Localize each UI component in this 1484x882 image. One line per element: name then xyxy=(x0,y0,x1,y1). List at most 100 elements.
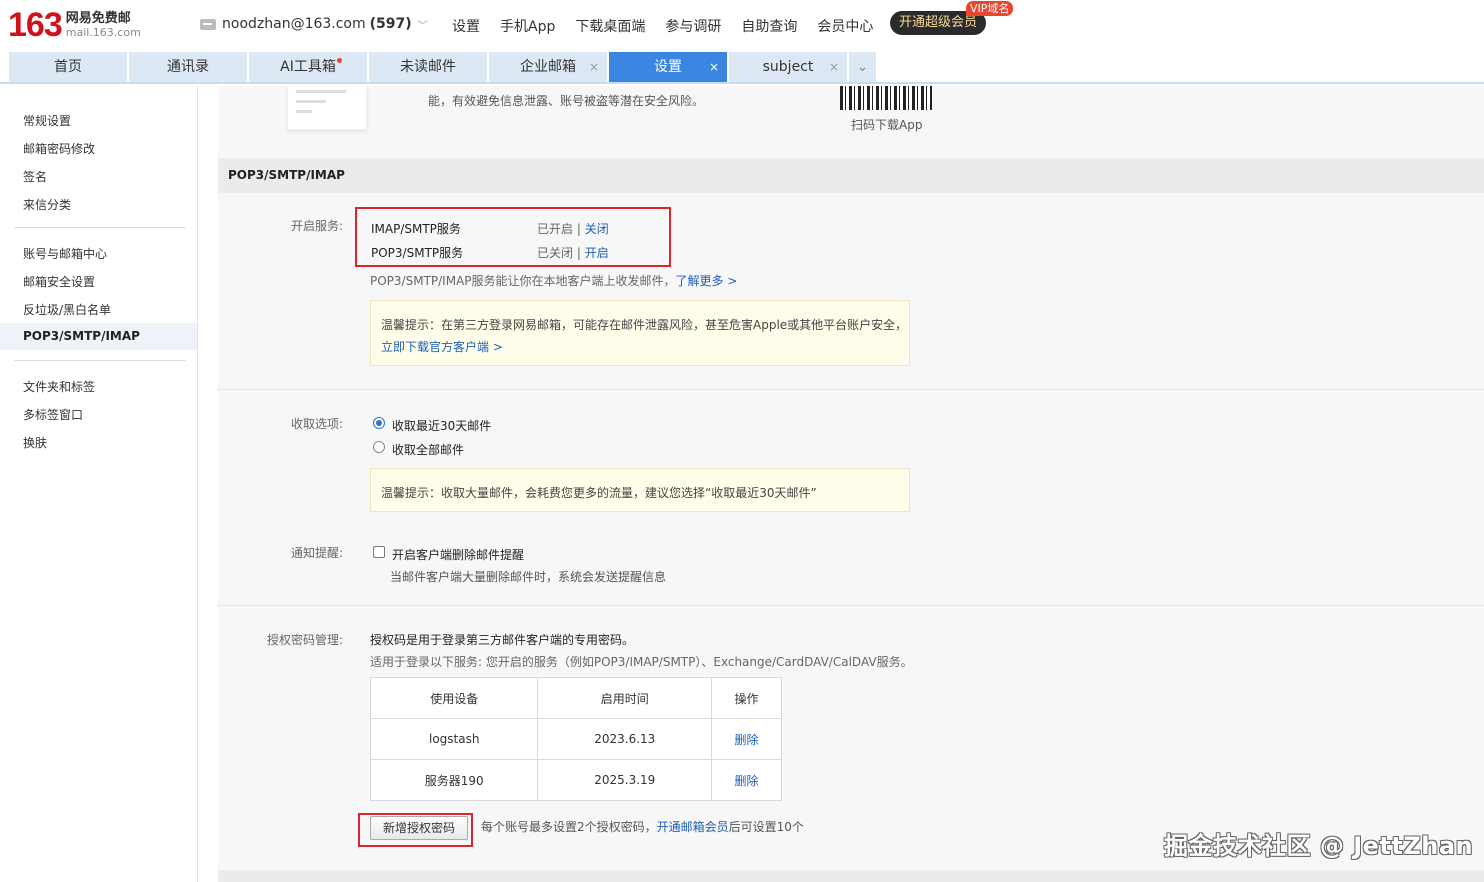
sidebar-item-signature[interactable]: 签名 xyxy=(23,168,47,185)
learn-more-link[interactable]: 了解更多 > xyxy=(676,274,738,288)
sidebar-item-skin[interactable]: 换肤 xyxy=(23,434,47,451)
auth-desc-2: 适用于登录以下服务: 您开启的服务（例如POP3/IMAP/SMTP）、Exch… xyxy=(370,655,913,669)
tab-subject[interactable]: subject × xyxy=(729,52,847,82)
add-auth-password-button[interactable]: 新增授权密码 xyxy=(370,816,468,840)
traffic-tip: 温馨提示：收取大量邮件，会耗费您更多的流量，建议您选择“收取最近30天邮件” xyxy=(370,468,910,512)
tab-contacts[interactable]: 通讯录 xyxy=(129,52,247,82)
col-device: 使用设备 xyxy=(369,677,539,719)
radio-all-mail[interactable] xyxy=(373,441,385,453)
divider xyxy=(14,360,186,361)
top-bar: 163 网易免费邮 mail.163.com noodzhan@163.com … xyxy=(0,0,1484,52)
cell-date: 2025.3.19 xyxy=(537,759,713,801)
tab-bar: 首页 通讯录 AI工具箱 未读邮件 企业邮箱 × 设置 × subject × ⌄ xyxy=(0,52,1484,84)
close-icon[interactable]: × xyxy=(589,52,599,82)
tab-ai-tools[interactable]: AI工具箱 xyxy=(249,52,367,82)
note-text: 每个账号最多设置2个授权密码， xyxy=(481,820,657,834)
tab-home[interactable]: 首页 xyxy=(9,52,127,82)
logo-en: mail.163.com xyxy=(65,26,141,39)
account-menu[interactable]: noodzhan@163.com (597) ﹀ xyxy=(200,16,428,32)
delete-alert-checkbox[interactable] xyxy=(373,546,385,558)
services-desc-text: POP3/SMTP/IMAP服务能让你在本地客户端上收发邮件， xyxy=(370,274,676,288)
settings-main: 能，有效避免信息泄露、账号被盗等潜在安全风险。 扫码下载App POP3/SMT… xyxy=(218,86,1484,882)
section-title: POP3/SMTP/IMAP xyxy=(228,168,345,182)
nav-survey[interactable]: 参与调研 xyxy=(665,16,721,36)
nav-mobile-app[interactable]: 手机App xyxy=(500,16,555,36)
services-highlight-box: IMAP/SMTP服务 已开启 | 关闭 POP3/SMTP服务 已关闭 | 开… xyxy=(355,207,671,267)
sidebar-item-tabs[interactable]: 多标签窗口 xyxy=(23,406,83,423)
tab-label: subject xyxy=(762,59,814,75)
note-text: 后可设置10个 xyxy=(728,820,804,834)
nav-settings[interactable]: 设置 xyxy=(452,16,480,36)
qr-code xyxy=(840,86,932,110)
sidebar-item-folders[interactable]: 文件夹和标签 xyxy=(23,378,95,395)
close-icon[interactable]: × xyxy=(829,52,839,82)
promo-text: 能，有效避免信息泄露、账号被盗等潜在安全风险。 xyxy=(428,94,705,108)
nav-member-center[interactable]: 会员中心 xyxy=(817,16,873,36)
nav-download-desktop[interactable]: 下载桌面端 xyxy=(575,16,645,36)
delete-link[interactable]: 删除 xyxy=(735,733,759,747)
divider xyxy=(218,605,1484,606)
service-imap-status: 已开启 xyxy=(537,222,574,236)
section-header: POP3/SMTP/IMAP xyxy=(218,158,1484,193)
service-imap-toggle[interactable]: 关闭 xyxy=(585,222,609,236)
col-action: 操作 xyxy=(711,677,782,719)
delete-alert-label[interactable]: 开启客户端删除邮件提醒 xyxy=(392,546,524,563)
cell-action: 删除 xyxy=(711,718,782,760)
sidebar-item-general[interactable]: 常规设置 xyxy=(23,112,71,129)
open-membership-link[interactable]: 开通邮箱会员 xyxy=(657,820,729,834)
divider xyxy=(14,227,186,228)
service-imap-status-group: 已开启 | 关闭 xyxy=(537,220,609,237)
logo[interactable]: 163 网易免费邮 mail.163.com xyxy=(8,8,141,42)
tip-text: 温馨提示：在第三方登录网易邮箱，可能存在邮件泄露风险，甚至危害Apple或其他平… xyxy=(381,318,908,332)
services-label: 开启服务: xyxy=(290,219,343,233)
sidebar-item-security[interactable]: 邮箱安全设置 xyxy=(23,273,95,290)
notify-label: 通知提醒: xyxy=(290,546,343,560)
option-all-mail[interactable]: 收取全部邮件 xyxy=(392,441,464,458)
top-nav: 设置 手机App 下载桌面端 参与调研 自助查询 会员中心 xyxy=(442,16,883,36)
close-icon[interactable]: × xyxy=(709,52,719,82)
delete-alert-desc: 当邮件客户端大量删除邮件时，系统会发送提醒信息 xyxy=(390,570,667,584)
services-description: POP3/SMTP/IMAP服务能让你在本地客户端上收发邮件，了解更多 > xyxy=(370,272,737,289)
tab-label: 通讯录 xyxy=(167,59,209,75)
tab-label: AI工具箱 xyxy=(280,59,336,75)
sidebar-item-antispam[interactable]: 反垃圾/黑白名单 xyxy=(23,301,111,318)
download-client-link[interactable]: 立即下载官方客户端 > xyxy=(381,338,503,355)
tab-settings[interactable]: 设置 × xyxy=(609,52,727,82)
sidebar-item-password[interactable]: 邮箱密码修改 xyxy=(23,140,95,157)
tab-label: 首页 xyxy=(54,59,82,75)
radio-recent-30-days[interactable] xyxy=(373,417,385,429)
option-recent-30-days[interactable]: 收取最近30天邮件 xyxy=(392,417,491,434)
cell-date: 2023.6.13 xyxy=(537,718,713,760)
service-pop3-status: 已关闭 xyxy=(537,246,574,260)
qr-label: 扫码下载App xyxy=(851,118,923,132)
auth-label: 授权密码管理: xyxy=(266,633,343,647)
account-email: noodzhan@163.com xyxy=(222,16,366,32)
delete-link[interactable]: 删除 xyxy=(735,774,759,788)
cell-action: 删除 xyxy=(711,759,782,801)
tab-label: 设置 xyxy=(654,59,682,75)
auth-table: 使用设备 启用时间 操作 logstash 2023.6.13 删除 服务器19… xyxy=(369,677,782,801)
sidebar-item-pop3[interactable]: POP3/SMTP/IMAP xyxy=(0,323,197,350)
service-pop3-toggle[interactable]: 开启 xyxy=(585,246,609,260)
tab-enterprise-mail[interactable]: 企业邮箱 × xyxy=(489,52,607,82)
security-tip: 温馨提示：在第三方登录网易邮箱，可能存在邮件泄露风险，甚至危害Apple或其他平… xyxy=(370,300,910,366)
logo-cn: 网易免费邮 xyxy=(65,11,131,26)
tab-more[interactable]: ⌄ xyxy=(849,52,876,82)
service-imap-name: IMAP/SMTP服务 xyxy=(371,222,461,236)
nav-self-service[interactable]: 自助查询 xyxy=(741,16,797,36)
sidebar-item-filters[interactable]: 来信分类 xyxy=(23,196,71,213)
col-date: 启用时间 xyxy=(537,677,713,719)
sidebar-item-account-center[interactable]: 账号与邮箱中心 xyxy=(23,245,107,262)
table-header-row: 使用设备 启用时间 操作 xyxy=(369,677,782,719)
tab-unread[interactable]: 未读邮件 xyxy=(369,52,487,82)
tip-text: 温馨提示：收取大量邮件，会耗费您更多的流量，建议您选择“收取最近30天邮件” xyxy=(381,486,817,500)
receive-label: 收取选项: xyxy=(290,417,343,431)
cell-device: logstash xyxy=(369,718,539,760)
service-pop3-status-group: 已关闭 | 开启 xyxy=(537,244,609,261)
red-dot-icon xyxy=(337,58,342,63)
tab-label: 企业邮箱 xyxy=(520,59,576,75)
vip-domain-badge[interactable]: VIP域名 xyxy=(966,1,1014,16)
service-pop3-name: POP3/SMTP服务 xyxy=(371,246,464,260)
divider xyxy=(218,389,1484,390)
section-footer xyxy=(218,870,1484,882)
